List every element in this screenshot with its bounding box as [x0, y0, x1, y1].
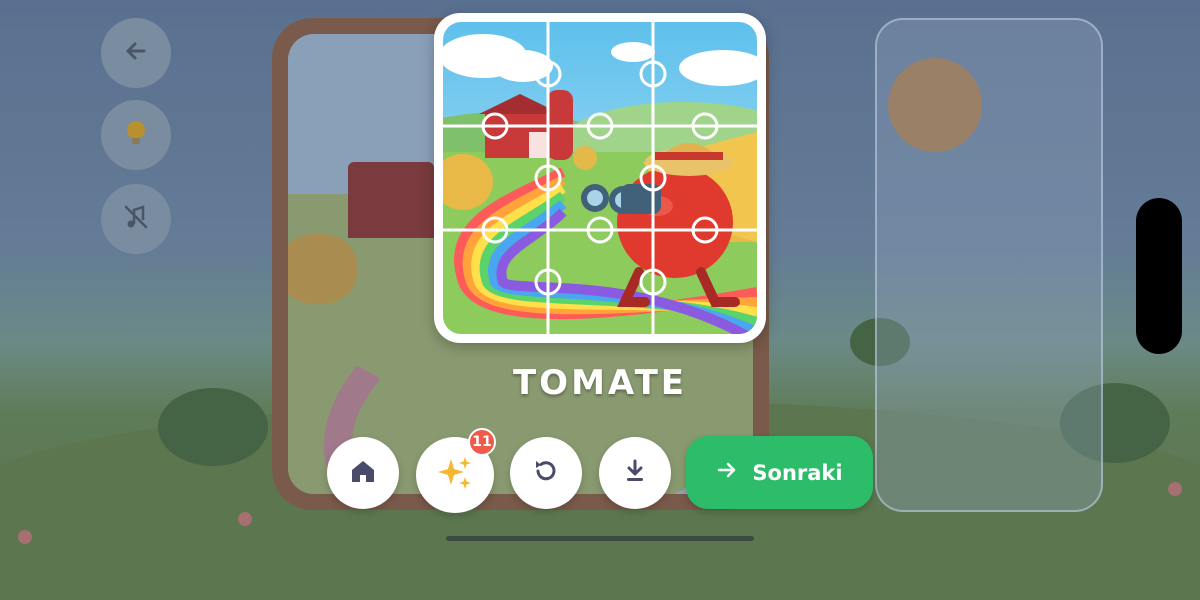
home-indicator[interactable]: [446, 536, 754, 541]
arrow-right-icon: [716, 459, 738, 486]
home-icon: [348, 456, 378, 490]
sparkles-count-badge: 11: [468, 428, 496, 456]
back-button[interactable]: [101, 18, 171, 88]
background-flower: [1168, 482, 1182, 496]
side-handle[interactable]: [1136, 198, 1182, 354]
puzzle-title: TOMATE: [512, 363, 688, 403]
download-button[interactable]: [599, 437, 671, 509]
puzzle-image[interactable]: [443, 22, 757, 334]
arrow-left-icon: [122, 37, 150, 69]
hint-button[interactable]: [101, 100, 171, 170]
restart-icon: [531, 456, 561, 490]
lightbulb-icon: [122, 118, 150, 152]
music-toggle-button[interactable]: [101, 184, 171, 254]
sparkles-icon: [437, 455, 473, 495]
background-flower: [18, 530, 32, 544]
background-flower: [238, 512, 252, 526]
next-button-label: Sonraki: [752, 460, 843, 485]
music-off-icon: [121, 202, 151, 236]
next-button[interactable]: Sonraki: [686, 436, 873, 509]
download-icon: [620, 456, 650, 490]
next-puzzle-sun: [888, 58, 982, 152]
restart-button[interactable]: [510, 437, 582, 509]
home-button[interactable]: [327, 437, 399, 509]
